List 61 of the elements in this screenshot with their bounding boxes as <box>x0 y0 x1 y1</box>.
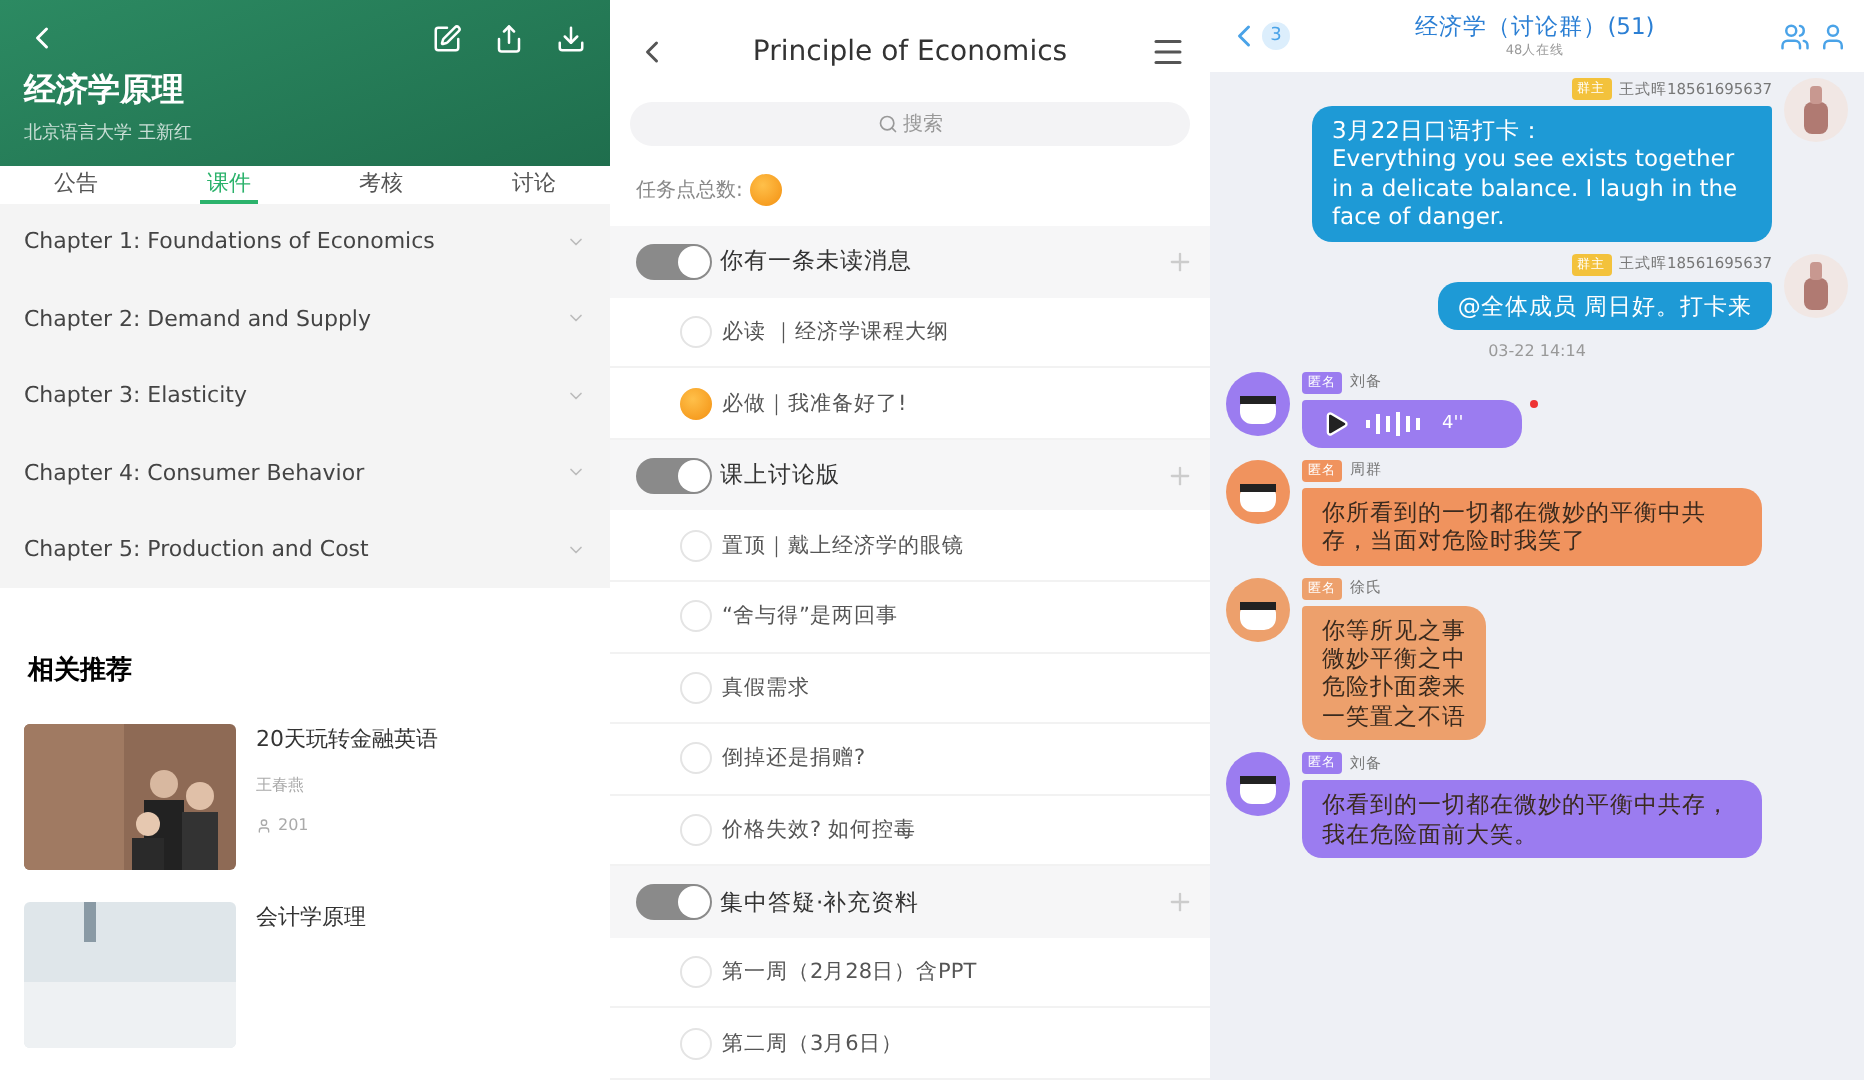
learner-count: 201 <box>278 816 309 834</box>
chapter-title[interactable]: Chapter 4: Consumer Behavior <box>24 459 566 486</box>
task-item[interactable]: 必做｜我准备好了! <box>722 389 907 418</box>
chapter-title[interactable]: Chapter 2: Demand and Supply <box>24 305 566 332</box>
tab[interactable]: 公告 <box>48 166 105 203</box>
course-name[interactable]: 20天玩转金融英语 <box>256 724 438 754</box>
task-item[interactable]: 真假需求 <box>722 673 810 702</box>
task-item[interactable]: 置顶｜戴上经济学的眼镜 <box>722 531 964 560</box>
members-icon[interactable] <box>1780 21 1810 51</box>
course-subtitle: 北京语言大学 王新红 <box>24 121 194 147</box>
chapter-title[interactable]: Chapter 5: Production and Cost <box>24 536 566 563</box>
avatar <box>1226 371 1290 436</box>
person-icon <box>256 817 272 833</box>
task-item[interactable]: 第一周（2月28日）含PPT <box>722 958 977 987</box>
message-bubble: 3月22日口语打卡： Everything you see exists together in a delicate balance. I laugh in the face of danger. <box>1312 106 1772 241</box>
message-bubble: @全体成员 周日好。打卡来 <box>1437 281 1772 330</box>
waveform-icon <box>1366 411 1426 436</box>
count-badge <box>750 174 783 207</box>
course-title: 经济学原理 <box>24 70 186 113</box>
toggle-switch[interactable] <box>636 884 712 921</box>
toggle-switch[interactable] <box>636 457 712 494</box>
task-item[interactable]: 第二周（3月6日） <box>722 1029 903 1058</box>
message-bubble: 你看到的一切都在微妙的平衡中共存，我在危险面前大笑。 <box>1302 780 1762 858</box>
download-icon[interactable] <box>556 23 586 53</box>
author-name: 王春燕 <box>256 774 306 796</box>
avatar <box>1226 577 1290 642</box>
avatar <box>1226 752 1290 817</box>
message-line: 危险扑面袭来 <box>1322 672 1466 702</box>
avatar <box>1226 459 1290 524</box>
message-line: 你等所见之事 <box>1322 615 1466 644</box>
tab[interactable]: 讨论 <box>505 166 562 203</box>
tab[interactable]: 考核 <box>353 166 410 203</box>
course-name[interactable]: 会计学原理 <box>256 902 366 932</box>
edit-icon[interactable] <box>432 23 462 53</box>
section-title: 相关推荐 <box>28 653 134 688</box>
message-bubble: 你所看到的一切都在微妙的平衡中共存，当面对危险时我笑了 <box>1302 487 1762 566</box>
message-line: 一笑置之不语 <box>1322 701 1466 731</box>
add-icon[interactable] <box>1166 461 1194 490</box>
task-item[interactable]: 必读 ｜经济学课程大纲 <box>722 317 949 346</box>
share-icon[interactable] <box>494 23 524 53</box>
avatar <box>1784 253 1848 317</box>
task-item[interactable]: 倒掉还是捐赠? <box>722 744 866 773</box>
add-icon[interactable] <box>1166 888 1194 917</box>
avatar <box>1784 78 1848 142</box>
play-icon[interactable] <box>1322 409 1350 438</box>
group-title: 你有一条未读消息 <box>720 246 914 277</box>
message-line: 微妙平衡之中 <box>1322 644 1466 673</box>
search-icon <box>877 114 897 135</box>
toggle-switch[interactable] <box>636 243 712 280</box>
group-title: 课上讨论版 <box>720 460 842 491</box>
task-count-label: 任务点总数: <box>636 177 743 205</box>
group-title: 集中答疑·补充资料 <box>720 887 922 918</box>
page-title: Principle of Economics <box>750 35 1070 68</box>
timestamp: 03-22 14:14 <box>1486 341 1588 360</box>
chapter-title[interactable]: Chapter 3: Elasticity <box>24 382 566 409</box>
chapter-title[interactable]: Chapter 1: Foundations of Economics <box>24 228 566 255</box>
add-icon[interactable] <box>1166 247 1194 276</box>
task-item[interactable]: “舍与得”是两回事 <box>722 602 898 631</box>
chat-title: 经济学（讨论群）(51) <box>1415 12 1655 42</box>
task-item[interactable]: 价格失效? 如何控毒 <box>722 815 916 844</box>
profile-icon[interactable] <box>1818 21 1848 51</box>
